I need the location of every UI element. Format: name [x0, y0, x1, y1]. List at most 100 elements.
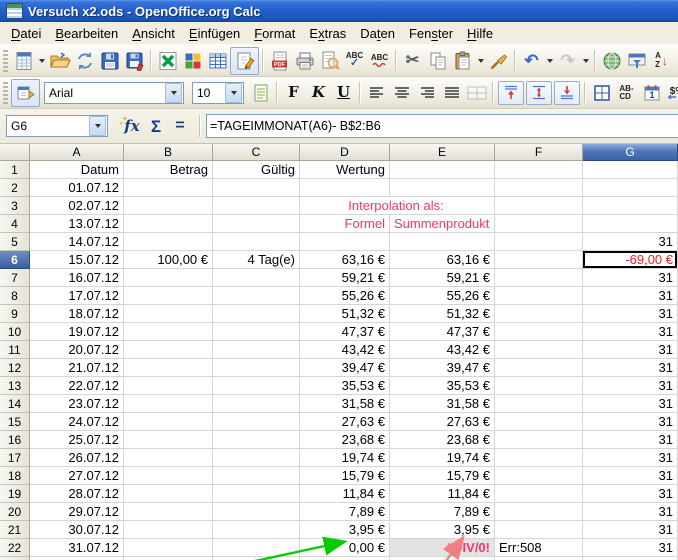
cell-C15[interactable] [213, 413, 300, 431]
save-as-button[interactable] [122, 48, 147, 73]
cell-D16[interactable]: 23,68 € [300, 431, 390, 449]
sum-button[interactable]: Σ [144, 114, 168, 138]
cell-E16[interactable]: 23,68 € [390, 431, 495, 449]
cell-A9[interactable]: 18.07.12 [30, 305, 124, 323]
undo-dropdown[interactable] [544, 48, 555, 73]
cell-B13[interactable] [124, 377, 213, 395]
merge-cells-button[interactable] [464, 80, 489, 105]
cell-C4[interactable] [213, 215, 300, 233]
autofilter-button[interactable] [624, 48, 649, 73]
cell-D3[interactable]: Interpolation als: [300, 197, 495, 215]
cell-B21[interactable] [124, 521, 213, 539]
cell-A17[interactable]: 26.07.12 [30, 449, 124, 467]
date-format-button[interactable]: 1 [639, 80, 664, 105]
cell-A5[interactable]: 14.07.12 [30, 233, 124, 251]
cell-A22[interactable]: 31.07.12 [30, 539, 124, 557]
cell-D13[interactable]: 35,53 € [300, 377, 390, 395]
cell-G16[interactable]: 31 [583, 431, 678, 449]
menu-ansicht[interactable]: Ansicht [125, 23, 182, 44]
cell-B15[interactable] [124, 413, 213, 431]
cell-C3[interactable] [213, 197, 300, 215]
cell-A14[interactable]: 23.07.12 [30, 395, 124, 413]
format-paintbrush-button[interactable] [486, 48, 511, 73]
cell-G18[interactable]: 31 [583, 467, 678, 485]
cell-E5[interactable] [390, 233, 495, 251]
cell-G2[interactable] [583, 179, 678, 197]
row-header-19[interactable]: 19 [0, 485, 30, 503]
cell-B14[interactable] [124, 395, 213, 413]
row-header-1[interactable]: 1 [0, 161, 30, 179]
menu-bearbeiten[interactable]: Bearbeiten [48, 23, 125, 44]
cell-D19[interactable]: 11,84 € [300, 485, 390, 503]
cell-G4[interactable] [583, 215, 678, 233]
cell-D6[interactable]: 63,16 € [300, 251, 390, 269]
cell-F21[interactable] [495, 521, 583, 539]
cell-D9[interactable]: 51,32 € [300, 305, 390, 323]
row-header-15[interactable]: 15 [0, 413, 30, 431]
cell-F10[interactable] [495, 323, 583, 341]
export-pdf-button[interactable]: PDF [267, 48, 292, 73]
row-header-22[interactable]: 22 [0, 539, 30, 557]
cell-D1[interactable]: Wertung [300, 161, 390, 179]
dropdown-button[interactable] [165, 83, 182, 103]
menu-datei[interactable]: Datei [4, 23, 48, 44]
font-name-combo[interactable]: Arial [44, 82, 184, 104]
cell-E19[interactable]: 11,84 € [390, 485, 495, 503]
cut-button[interactable]: ✂ [400, 48, 425, 73]
cell-E9[interactable]: 51,32 € [390, 305, 495, 323]
col-header-D[interactable]: D [300, 144, 390, 161]
name-box[interactable]: G6 [6, 115, 108, 137]
cell-F19[interactable] [495, 485, 583, 503]
align-middle-button[interactable] [526, 81, 552, 105]
cell-D21[interactable]: 3,95 € [300, 521, 390, 539]
menu-einfuegen[interactable]: Einfügen [182, 23, 247, 44]
cell-F16[interactable] [495, 431, 583, 449]
cell-D2[interactable] [300, 179, 390, 197]
cell-F17[interactable] [495, 449, 583, 467]
reload-button[interactable] [72, 48, 97, 73]
row-header-10[interactable]: 10 [0, 323, 30, 341]
italic-button[interactable]: K [306, 80, 331, 105]
cell-G15[interactable]: 31 [583, 413, 678, 431]
cell-A2[interactable]: 01.07.12 [30, 179, 124, 197]
toolbar-grip[interactable] [3, 50, 8, 72]
cell-G17[interactable]: 31 [583, 449, 678, 467]
cell-G22[interactable]: 31 [583, 539, 678, 557]
cell-E8[interactable]: 55,26 € [390, 287, 495, 305]
row-header-11[interactable]: 11 [0, 341, 30, 359]
cell-D22[interactable]: 0,00 € [300, 539, 390, 557]
cell-A13[interactable]: 22.07.12 [30, 377, 124, 395]
row-header-2[interactable]: 2 [0, 179, 30, 197]
cell-G14[interactable]: 31 [583, 395, 678, 413]
cell-F13[interactable] [495, 377, 583, 395]
dropdown-button[interactable] [225, 83, 242, 103]
cell-C17[interactable] [213, 449, 300, 467]
cell-G10[interactable]: 31 [583, 323, 678, 341]
cell-C19[interactable] [213, 485, 300, 503]
col-header-A[interactable]: A [30, 144, 124, 161]
print-button[interactable] [292, 48, 317, 73]
col-header-F[interactable]: F [495, 144, 583, 161]
cell-F22[interactable]: Err:508 [495, 539, 583, 557]
cell-C20[interactable] [213, 503, 300, 521]
align-left-button[interactable] [364, 80, 389, 105]
cell-E7[interactable]: 59,21 € [390, 269, 495, 287]
spellcheck-button[interactable]: ABC✓ [342, 48, 367, 73]
cell-C14[interactable] [213, 395, 300, 413]
cell-G5[interactable]: 31 [583, 233, 678, 251]
cell-D12[interactable]: 39,47 € [300, 359, 390, 377]
cell-A18[interactable]: 27.07.12 [30, 467, 124, 485]
font-size-combo[interactable]: 10 [192, 82, 244, 104]
cell-E21[interactable]: 3,95 € [390, 521, 495, 539]
cell-B19[interactable] [124, 485, 213, 503]
page-preview-button[interactable] [317, 48, 342, 73]
new-document-button[interactable] [11, 48, 36, 73]
new-document-dropdown[interactable] [36, 48, 47, 73]
cell-C9[interactable] [213, 305, 300, 323]
cell-B4[interactable] [124, 215, 213, 233]
menu-fenster[interactable]: Fenster [402, 23, 460, 44]
cell-G3[interactable] [583, 197, 678, 215]
cell-G12[interactable]: 31 [583, 359, 678, 377]
cell-B22[interactable] [124, 539, 213, 557]
redo-dropdown[interactable] [580, 48, 591, 73]
